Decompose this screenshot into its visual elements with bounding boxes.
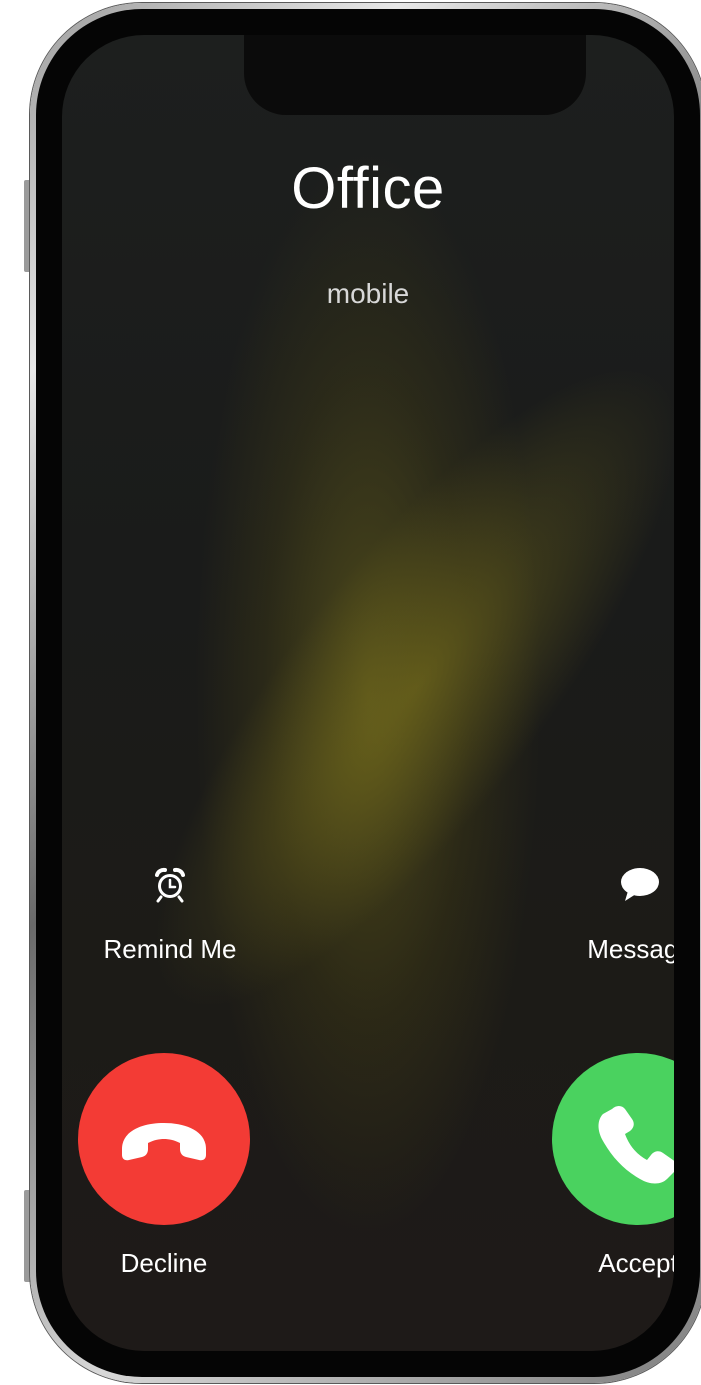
notch xyxy=(244,35,586,115)
accept-label: Accept xyxy=(598,1248,674,1278)
accept-button[interactable] xyxy=(552,1053,674,1225)
phone-icon xyxy=(598,1106,674,1184)
incoming-call-screen: Office mobile Remind Me Messag Decline A… xyxy=(62,35,674,1351)
phone-hang-up-icon xyxy=(122,1123,206,1161)
decline-button[interactable] xyxy=(78,1053,250,1225)
remind-me-label: Remind Me xyxy=(103,934,237,964)
caller-name: Office xyxy=(291,156,445,221)
message-label: Message xyxy=(587,934,674,964)
speech-bubble-icon xyxy=(550,865,674,910)
decline-label: Decline xyxy=(120,1248,208,1278)
message-button[interactable]: Message xyxy=(550,865,674,965)
phone-bezel: Office mobile Remind Me Messag Decline A… xyxy=(36,9,700,1377)
phone-frame: Office mobile Remind Me Messag Decline A… xyxy=(30,3,701,1383)
phone-mockup: Office mobile Remind Me Messag Decline A… xyxy=(0,0,701,1385)
remind-me-button[interactable]: Remind Me xyxy=(80,865,260,965)
alarm-clock-icon xyxy=(80,865,260,910)
caller-number-label: mobile xyxy=(326,278,410,309)
